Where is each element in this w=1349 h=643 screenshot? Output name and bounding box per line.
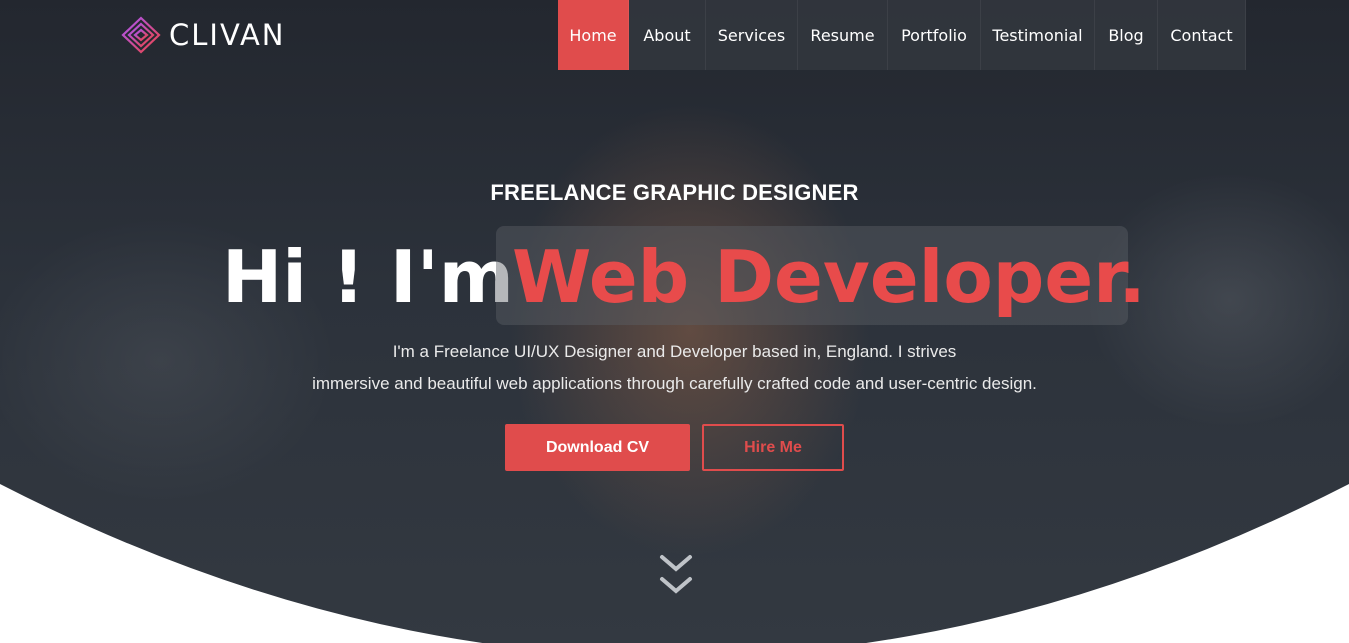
main-navigation: Home About Services Resume Portfolio Tes…: [558, 0, 1246, 70]
double-chevron-down-icon[interactable]: [659, 553, 693, 599]
nav-item-blog[interactable]: Blog: [1095, 0, 1158, 70]
download-cv-button[interactable]: Download CV: [505, 424, 690, 471]
hire-me-button[interactable]: Hire Me: [702, 424, 844, 471]
nav-item-services[interactable]: Services: [706, 0, 798, 70]
nav-item-home[interactable]: Home: [558, 0, 629, 70]
brand-logo[interactable]: CLIVAN: [121, 16, 285, 54]
hero-subtitle: FREELANCE GRAPHIC DESIGNER: [490, 180, 859, 205]
brand-name: CLIVAN: [169, 18, 286, 52]
nested-diamond-logo-icon: [121, 16, 161, 54]
hero-greeting: Hi ! I'm: [222, 235, 514, 319]
nav-item-testimonial[interactable]: Testimonial: [981, 0, 1095, 70]
hero-description-line-1: I'm a Freelance UI/UX Designer and Devel…: [392, 342, 957, 361]
nav-item-about[interactable]: About: [629, 0, 706, 70]
hero-section: CLIVAN Home About Services Resume Portfo…: [0, 0, 1349, 643]
nav-item-contact[interactable]: Contact: [1158, 0, 1246, 70]
nav-item-resume[interactable]: Resume: [798, 0, 888, 70]
hero-description-line-2: immersive and beautiful web applications…: [312, 374, 1037, 393]
hero-role-typed: Web Developer.: [512, 235, 1146, 319]
nav-item-portfolio[interactable]: Portfolio: [888, 0, 981, 70]
